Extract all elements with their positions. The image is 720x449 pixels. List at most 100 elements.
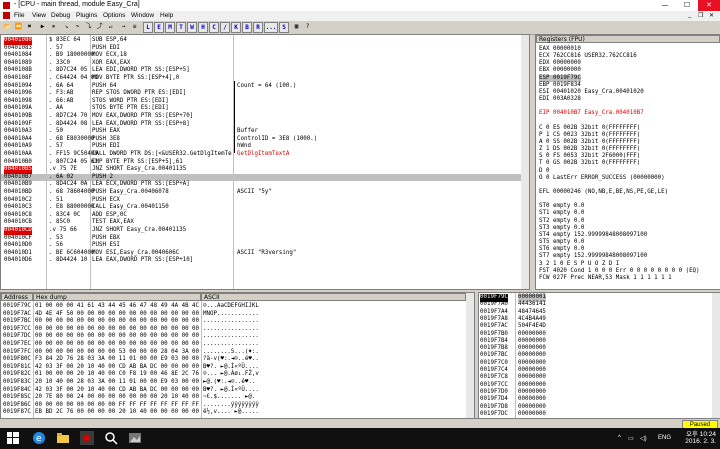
rewind-icon[interactable]: ⏪ [14,22,23,31]
dump-row[interactable]: 0019F80C F3 84 2D 76 28 03 3A 00 11 01 00… [1,356,466,364]
dump-row[interactable]: 0019F85C 20 7E 80 00 24 00 00 00 00 00 00… [1,394,466,402]
dump-col-address[interactable]: Address [1,293,33,301]
stack-pane[interactable]: 0019F79C 00000001 0019F7A0 44436141 0019F7A4… [478,292,720,420]
toolbar-references-button[interactable]: R [253,22,263,33]
options-icon[interactable]: ▦ [292,22,301,31]
tray-chevron-icon[interactable]: ^ [618,435,621,441]
stack-scrollbar[interactable] [712,293,720,419]
dump-col-ascii[interactable]: ASCII [201,293,466,301]
register-line[interactable]: T 0 GS 002B 32bit 0(FFFFFFFF) [539,160,640,168]
menu-debug[interactable]: Debug [51,12,70,19]
toolbar-handles-button[interactable]: H [198,22,208,33]
toolbar-threads-button[interactable]: T [176,22,186,33]
dump-row[interactable]: 0019F82C 01 00 00 00 20 10 40 00 C0 F8 19… [1,371,466,379]
windows-start-icon[interactable] [6,431,20,445]
disasm-row[interactable]: 004010CD .v 75 66 JNZ SHORT Easy_Cra.00401… [1,227,521,235]
toolbar-runtrace-button[interactable]: ... [264,22,278,33]
dump-scrollbar[interactable] [466,293,474,419]
register-line[interactable]: O 0 LastErr ERROR_SUCCESS (00000000) [539,175,665,183]
search-icon[interactable] [104,431,118,445]
toolbar-cpu-button[interactable]: C [209,22,219,33]
disasm-row[interactable]: 004010CF . 53 PUSH EBX [1,235,521,243]
toolbar-breakpoints-button[interactable]: B [242,22,252,33]
help-icon[interactable]: ? [303,22,312,31]
dump-row[interactable]: 0019F84C 42 03 3F 00 20 10 40 00 CD AB BA… [1,387,466,395]
disasm-row[interactable]: 004010A4 . 68 E8030000 PUSH 3E8 ControlID =… [1,136,521,144]
file-explorer-icon[interactable] [56,431,70,445]
disasm-row[interactable]: 004010A9 . 57 PUSH EDI hWnd [1,143,521,151]
edge-browser-icon[interactable]: e [32,431,46,445]
menu-window[interactable]: Window [131,12,154,19]
goto-icon[interactable]: → [119,22,128,31]
registers-pane[interactable]: Registers (FPU) EAX 00000010 ECX 762CC816… [535,34,720,290]
disasm-row[interactable]: 00401096 . F3:AB REP STOS DWORD PTR ES:[ED… [1,90,521,98]
dump-row[interactable]: 0019F87C EB BD 2C 76 00 00 00 00 20 10 40… [1,409,466,417]
toolbar-memory-button[interactable]: M [165,22,175,33]
toolbar-modules-button[interactable]: E [154,22,164,33]
disasm-row[interactable]: 00401094 . 6A 64 PUSH 64 Count = 64 (100.) [1,83,521,91]
disasm-row[interactable]: 0040109F . 8D4424 08 LEA EAX,DWORD PTR SS:… [1,121,521,129]
disasm-row[interactable]: 004010AA . FF15 9C50400 CALL DWORD PTR DS:… [1,151,521,159]
register-line[interactable]: EFL 00000246 (NO,NB,E,BE,NS,PE,GE,LE) [539,189,668,197]
close-button[interactable]: ✕ [698,0,720,11]
disassembly-scrollbar[interactable] [521,35,529,289]
disasm-row[interactable]: 00401084 . B9 18000000 MOV ECX,18 [1,52,521,60]
step-over-icon[interactable]: ↷ [73,22,82,31]
disasm-row[interactable]: 004010B0 . 807C24 05 61 CMP BYTE PTR SS:[E… [1,159,521,167]
minimize-button[interactable]: — [654,0,676,11]
photo-app-icon[interactable] [128,431,142,445]
dump-row[interactable]: 0019F83C 20 10 40 00 28 03 3A 00 11 01 00… [1,379,466,387]
disasm-row[interactable]: 004010D1 . BE 6C604000 MOV ESI,Easy_Cra.00… [1,250,521,258]
disasm-row[interactable]: 004010B5 .v 75 7E JNZ SHORT Easy_Cra.00401… [1,166,521,174]
disasm-row[interactable]: 004010C8 . 83C4 0C ADD ESP,0C [1,212,521,220]
dump-row[interactable]: 0019F7EC 00 00 00 00 00 00 00 00 00 00 00… [1,341,466,349]
disasm-row[interactable]: 004010B7 . 6A 02 PUSH 2 [1,173,521,182]
register-line[interactable]: EDI 003A0328 [539,96,581,104]
maximize-button[interactable]: ☐ [676,0,698,11]
menu-help[interactable]: Help [160,12,173,19]
disasm-row[interactable]: 004010D0 . 56 PUSH ESI [1,242,521,250]
mdi-restore-button[interactable]: ❐ [698,12,703,19]
dump-pane[interactable]: Address Hex dump ASCII 0019F79C 01 00 00 … [0,292,475,420]
trace-over-icon[interactable]: ⤴ [95,22,104,31]
disasm-row[interactable]: 004010C2 . 51 PUSH ECX [1,197,521,205]
mdi-minimize-button[interactable]: _ [688,12,691,18]
disassembly-pane[interactable]: 00401080 $ 83EC 64 SUB ESP,64 00401083 . 57 P… [0,34,530,290]
disasm-row[interactable]: 00401083 . 57 PUSH EDI [1,45,521,53]
dump-col-hex[interactable]: Hex dump [33,293,201,301]
run-icon[interactable]: ▶ [38,22,47,31]
network-icon[interactable]: ▭ [628,435,634,442]
disasm-row[interactable]: 004010D6 . 8D4424 10 LEA EAX,DWORD PTR SS:… [1,257,521,265]
toolbar-callstack-button[interactable]: K [231,22,241,33]
disasm-row[interactable]: 004010CB . 85C0 TEST EAX,EAX [1,219,521,227]
taskbar-clock[interactable]: 오후 10:24 2016. 2. 3. [685,431,716,445]
menu-options[interactable]: Options [103,12,125,19]
volume-icon[interactable]: ◁) [640,435,647,442]
cpu-window-icon[interactable] [3,12,10,19]
execute-till-return-icon[interactable]: ↵ [106,22,115,31]
step-into-icon[interactable]: ↘ [62,22,71,31]
dump-row[interactable]: 0019F7CC 00 00 00 00 00 00 00 00 00 00 00… [1,326,466,334]
trace-into-icon[interactable]: ⤵ [84,22,93,31]
disasm-row[interactable]: 00401080 $ 83EC 64 SUB ESP,64 [1,37,521,45]
disasm-row[interactable]: 004010B9 . 8D4C24 0A LEA ECX,DWORD PTR SS:… [1,181,521,189]
close-file-icon[interactable]: ✖ [25,22,34,31]
input-language[interactable]: ENG [658,435,671,441]
disasm-row[interactable]: 0040109A . AA STOS BYTE PTR ES:[EDI] [1,105,521,113]
pause-icon[interactable]: ⏸ [49,22,58,31]
registers-header[interactable]: Registers (FPU) [536,35,720,43]
disasm-row[interactable]: 004010A3 . 50 PUSH EAX Buffer [1,128,521,136]
disasm-row[interactable]: 004010BD . 68 78604000 PUSH Easy_Cra.00406… [1,189,521,197]
dump-row[interactable]: 0019F7DC 00 00 00 00 00 00 00 00 00 00 00… [1,333,466,341]
menu-view[interactable]: View [32,12,46,19]
list-icon[interactable]: ≡ [130,22,139,31]
toolbar-log-button[interactable]: L [143,22,153,33]
dump-row[interactable]: 0019F7FC 00 00 00 00 00 00 00 00 53 00 00… [1,349,466,357]
disasm-row[interactable]: 0040108F . C64424 04 00 MOV BYTE PTR SS:[E… [1,75,521,83]
mdi-close-button[interactable]: ✕ [709,12,714,19]
ollydbg-app-icon[interactable] [3,2,10,9]
toolbar-patches-button[interactable]: / [220,22,230,33]
open-icon[interactable]: 📂 [3,22,12,31]
menu-plugins[interactable]: Plugins [76,12,97,19]
disasm-row[interactable]: 004010C3 . E8 88000000 CALL Easy_Cra.00401… [1,204,521,212]
